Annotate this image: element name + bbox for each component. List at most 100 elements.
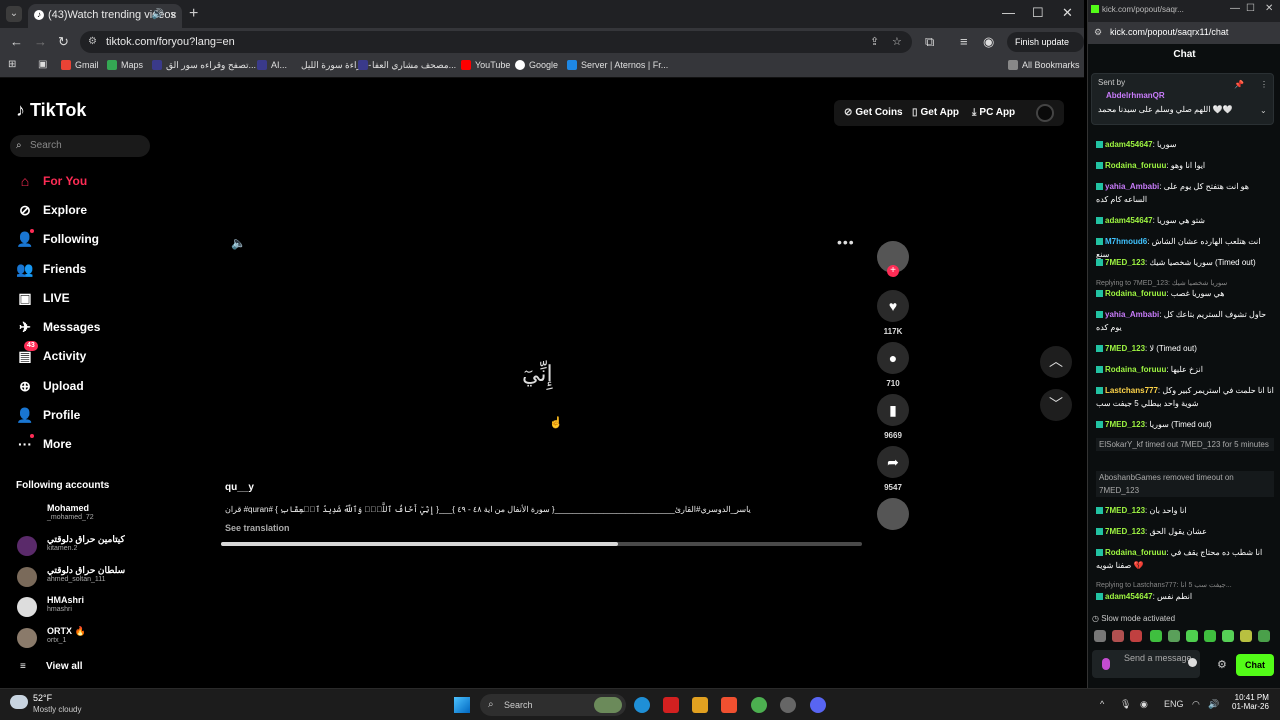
minimize-icon[interactable]: — bbox=[1230, 3, 1240, 14]
maximize-icon[interactable]: ☐ bbox=[1032, 5, 1044, 21]
nav-upload[interactable]: ⊕ Upload bbox=[16, 377, 84, 395]
reload-icon[interactable]: ↻ bbox=[58, 34, 69, 50]
emote-icon[interactable] bbox=[1112, 630, 1124, 642]
search-input[interactable]: ⌕ Search bbox=[10, 135, 150, 157]
extensions-icon[interactable]: ⧉ bbox=[925, 34, 934, 50]
user-avatar-button[interactable] bbox=[1036, 104, 1054, 122]
back-icon[interactable]: ← bbox=[10, 34, 23, 49]
forward-icon[interactable]: → bbox=[34, 34, 47, 49]
youtube-app-icon[interactable] bbox=[663, 697, 679, 713]
emote-icon[interactable] bbox=[1168, 630, 1180, 642]
emote-icon[interactable] bbox=[1186, 630, 1198, 642]
browser-tab-tiktok[interactable]: ♪ (43)Watch trending videos 🔊 × bbox=[28, 4, 182, 28]
chat-username[interactable]: yahia_Ambabi bbox=[1105, 182, 1159, 191]
pin-icon[interactable]: 📌 bbox=[1234, 80, 1244, 89]
tab-media-icon[interactable]: ≡ bbox=[960, 34, 968, 49]
chat-message-input[interactable]: Send a message bbox=[1092, 650, 1200, 678]
music-disc-avatar[interactable] bbox=[877, 498, 909, 530]
video-author[interactable]: qu__y bbox=[225, 482, 254, 493]
nav-friends[interactable]: 👥 Friends bbox=[16, 260, 86, 278]
chat-settings-icon[interactable]: ⚙ bbox=[1217, 658, 1227, 671]
comment-button[interactable]: ● bbox=[877, 342, 909, 374]
follow-plus-icon[interactable]: + bbox=[887, 265, 899, 277]
get-coins-button[interactable]: ⊘ Get Coins bbox=[844, 107, 903, 118]
account-item[interactable]: كيتامين حراق دلوقتي kitamen.2 bbox=[16, 534, 156, 560]
see-translation-link[interactable]: See translation bbox=[225, 523, 290, 533]
bookmark-mushaf[interactable]: مصحف مشاري العفا... bbox=[358, 60, 456, 71]
account-item[interactable]: Mohamed _mohamed_72 bbox=[16, 503, 156, 529]
url-bar[interactable]: ⚙ tiktok.com/foryou?lang=en ⇪ ☆ bbox=[80, 31, 912, 53]
nav-for-you[interactable]: ⌂ For You bbox=[16, 172, 87, 190]
app-icon[interactable] bbox=[692, 697, 708, 713]
system-clock[interactable]: 10:41 PM 01-Mar-26 bbox=[1232, 693, 1269, 711]
send-chat-button[interactable]: Chat bbox=[1236, 654, 1274, 676]
bookmark-youtube[interactable]: YouTube bbox=[461, 60, 510, 70]
bookmark-star-icon[interactable]: ☆ bbox=[892, 31, 902, 53]
all-bookmarks[interactable]: All Bookmarks bbox=[1008, 60, 1080, 70]
previous-video-button[interactable]: ︿ bbox=[1040, 346, 1072, 378]
view-all-link[interactable]: ≡ View all bbox=[16, 661, 83, 672]
close-window-icon[interactable]: ✕ bbox=[1265, 3, 1273, 14]
bookmark-google[interactable]: Google bbox=[515, 60, 558, 70]
nav-activity[interactable]: ▤ 43 Activity bbox=[16, 341, 86, 365]
windows-start-icon[interactable] bbox=[454, 697, 470, 713]
nav-profile[interactable]: 👤 Profile bbox=[16, 406, 80, 424]
more-options-icon[interactable]: ••• bbox=[837, 234, 855, 250]
microphone-icon[interactable] bbox=[1102, 658, 1110, 670]
emoji-icon[interactable] bbox=[1188, 658, 1197, 667]
brave-icon[interactable] bbox=[721, 697, 737, 713]
get-app-button[interactable]: ▯ Get App bbox=[912, 107, 959, 118]
chat-username[interactable]: 7MED_123 bbox=[1105, 344, 1145, 353]
minimize-icon[interactable]: — bbox=[1002, 5, 1015, 20]
discord-icon[interactable] bbox=[810, 697, 826, 713]
reply-reference[interactable]: Replying to Lastchans777: جيفت سب 5 انا.… bbox=[1096, 579, 1274, 592]
chat-username[interactable]: Lastchans777 bbox=[1105, 386, 1158, 395]
chat-username[interactable]: adam454647 bbox=[1105, 216, 1153, 225]
bookmark-quran-read[interactable]: تصفح وقراءه سور الق... bbox=[152, 60, 256, 71]
close-window-icon[interactable]: ✕ bbox=[1062, 5, 1073, 21]
kick-address-bar[interactable]: ⚙ kick.com/popout/saqrx11/chat bbox=[1088, 22, 1280, 44]
install-app-icon[interactable]: ⇪ bbox=[870, 31, 879, 53]
emote-icon[interactable] bbox=[1130, 630, 1142, 642]
chrome-profile-icon[interactable] bbox=[780, 697, 796, 713]
chat-username[interactable]: 7MED_123 bbox=[1105, 527, 1145, 536]
new-tab-icon[interactable]: + bbox=[189, 5, 198, 23]
wifi-icon[interactable]: ◠ bbox=[1192, 699, 1200, 710]
chat-username[interactable]: adam454647 bbox=[1105, 140, 1153, 149]
share-button[interactable]: ➦ bbox=[877, 446, 909, 478]
account-item[interactable]: ORTX 🔥 ortx_1 bbox=[16, 626, 156, 652]
tab-search-dropdown-icon[interactable]: ⌄ bbox=[6, 6, 22, 22]
language-indicator[interactable]: ENG bbox=[1164, 699, 1184, 709]
chat-username[interactable]: yahia_Ambabi bbox=[1105, 310, 1159, 319]
chat-username[interactable]: 7MED_123 bbox=[1105, 506, 1145, 515]
like-button[interactable]: ♥ bbox=[877, 290, 909, 322]
tray-chevron-up-icon[interactable]: ^ bbox=[1100, 699, 1104, 709]
nav-explore[interactable]: ⊘ Explore bbox=[16, 201, 87, 219]
nav-more[interactable]: ··· More bbox=[16, 434, 72, 453]
bookmark-ai[interactable]: AI... bbox=[257, 60, 287, 70]
emote-icon[interactable] bbox=[1150, 630, 1162, 642]
tiktok-logo[interactable]: ♪ TikTok bbox=[16, 100, 86, 121]
bookmark-aternos[interactable]: Server | Aternos | Fr... bbox=[567, 60, 668, 70]
chat-username[interactable]: adam454647 bbox=[1105, 592, 1153, 601]
video-progress-bar[interactable] bbox=[221, 542, 862, 546]
edge-icon[interactable] bbox=[634, 697, 650, 713]
bookmark-maps[interactable]: Maps bbox=[107, 60, 143, 70]
nav-live[interactable]: ▣ LIVE bbox=[16, 289, 69, 307]
bookmark-gmail[interactable]: Gmail bbox=[61, 60, 99, 70]
account-item[interactable]: HMAshri hmashri bbox=[16, 595, 156, 621]
tray-app-icon[interactable]: ◉ bbox=[1140, 699, 1148, 710]
nav-following[interactable]: 👤 Following bbox=[16, 229, 99, 248]
more-options-icon[interactable]: ⋮ bbox=[1260, 80, 1268, 89]
maximize-icon[interactable]: ☐ bbox=[1246, 3, 1255, 14]
chevron-down-icon[interactable]: ⌄ bbox=[1260, 106, 1267, 115]
site-info-icon[interactable]: ⚙ bbox=[88, 31, 97, 53]
chrome-icon[interactable] bbox=[751, 697, 767, 713]
tray-mic-icon[interactable]: 🎙 bbox=[1120, 699, 1131, 710]
volume-icon[interactable]: 🔊 bbox=[1208, 699, 1219, 710]
site-info-icon[interactable]: ⚙ bbox=[1094, 27, 1102, 38]
profile-avatar-icon[interactable]: ◉ bbox=[983, 34, 994, 50]
taskbar-search[interactable]: ⌕ Search bbox=[480, 694, 626, 716]
volume-icon[interactable]: 🔈 bbox=[231, 236, 246, 250]
chat-username[interactable]: Rodaina_foruuu bbox=[1105, 548, 1166, 557]
